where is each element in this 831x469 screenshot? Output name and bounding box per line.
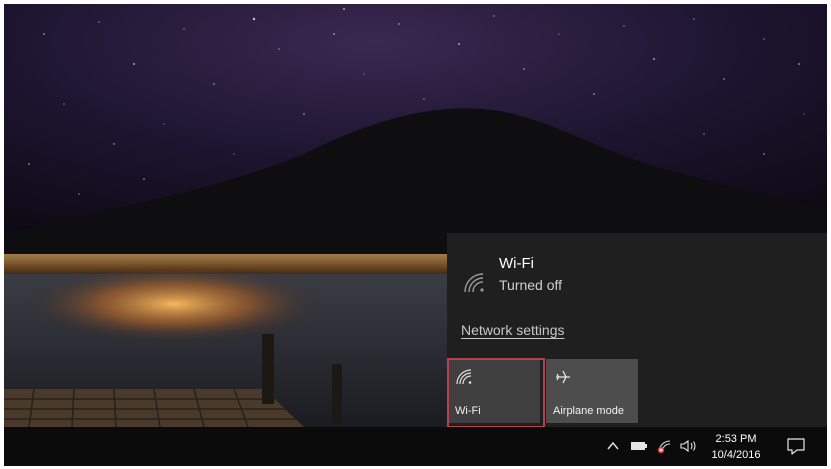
chevron-up-icon[interactable] [607,441,619,451]
network-settings-link[interactable]: Network settings [461,322,564,338]
wifi-off-icon [464,273,484,293]
airplane-tile-label: Airplane mode [553,405,624,417]
network-status: Turned off [499,277,563,293]
notification-icon[interactable] [786,436,806,456]
taskbar: 2:53 PM 10/4/2016 [4,427,827,466]
wifi-toggle-tile[interactable]: Wi-Fi [447,358,545,428]
airplane-icon [556,370,570,384]
wifi-tile-label: Wi-Fi [455,405,481,417]
network-disabled-icon[interactable] [656,438,672,454]
wifi-icon [456,369,472,385]
volume-icon[interactable] [680,439,698,453]
network-name: Wi-Fi [499,255,534,272]
clock[interactable]: 2:53 PM 10/4/2016 [709,431,763,463]
network-flyout: Wi-Fi Turned off Network settings Wi-Fi … [447,233,827,428]
airplane-mode-tile[interactable]: Airplane mode [546,359,638,423]
desktop-screen: Wi-Fi Turned off Network settings Wi-Fi … [4,4,827,466]
clock-time: 2:53 PM [715,433,757,445]
battery-icon[interactable] [630,440,648,452]
clock-date: 10/4/2016 [711,449,761,461]
